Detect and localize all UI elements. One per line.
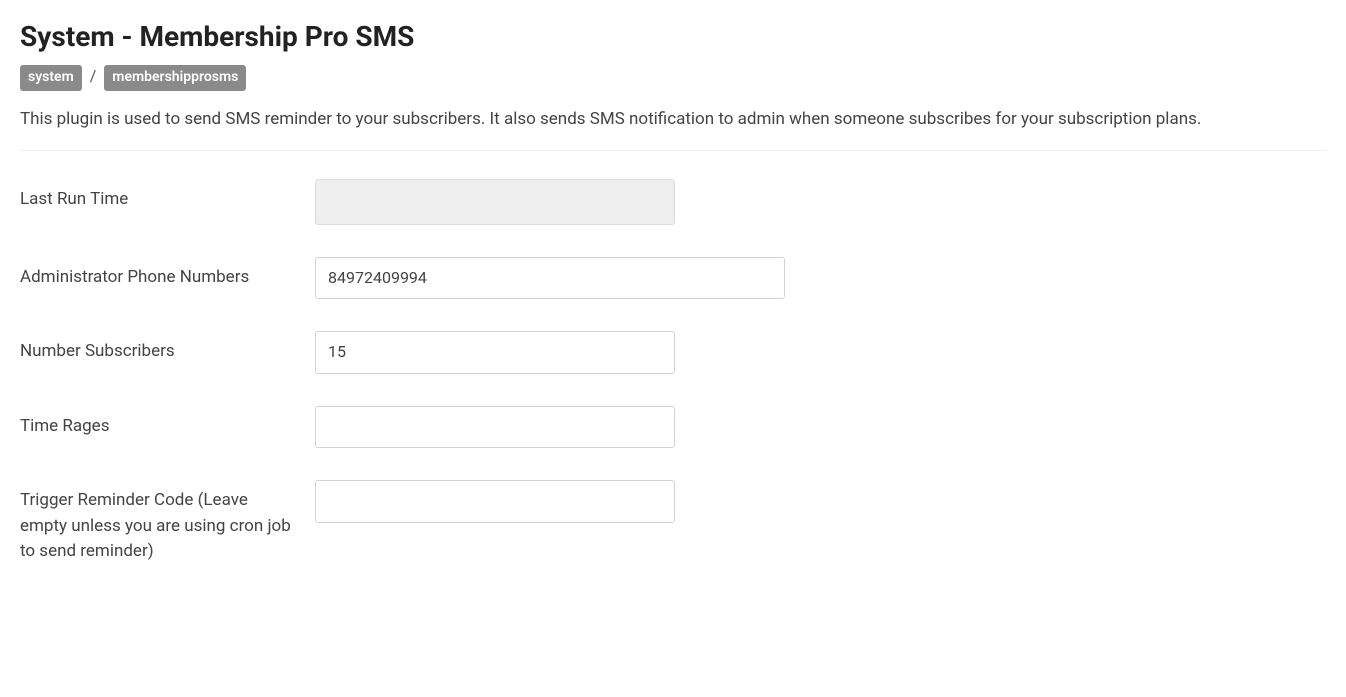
admin-phone-input[interactable] xyxy=(315,257,785,299)
breadcrumb-separator: / xyxy=(90,66,97,85)
breadcrumb: system / membershipprosms xyxy=(20,65,1326,91)
trigger-reminder-code-input[interactable] xyxy=(315,480,675,522)
form-row-number-subscribers: Number Subscribers xyxy=(20,331,1326,373)
form-row-trigger-reminder-code: Trigger Reminder Code (Leave empty unles… xyxy=(20,480,1326,565)
number-subscribers-input[interactable] xyxy=(315,331,675,373)
admin-phone-label: Administrator Phone Numbers xyxy=(20,257,315,291)
number-subscribers-label: Number Subscribers xyxy=(20,331,315,365)
last-run-time-input xyxy=(315,179,675,225)
breadcrumb-element-badge: membershipprosms xyxy=(104,65,246,91)
divider xyxy=(20,150,1326,151)
time-rages-input[interactable] xyxy=(315,406,675,448)
page-title: System - Membership Pro SMS xyxy=(20,20,1326,53)
trigger-reminder-code-label: Trigger Reminder Code (Leave empty unles… xyxy=(20,480,315,565)
last-run-time-label: Last Run Time xyxy=(20,179,315,213)
time-rages-label: Time Rages xyxy=(20,406,315,440)
breadcrumb-group-badge: system xyxy=(20,65,82,91)
form-row-time-rages: Time Rages xyxy=(20,406,1326,448)
form-row-last-run-time: Last Run Time xyxy=(20,179,1326,225)
form-row-admin-phone: Administrator Phone Numbers xyxy=(20,257,1326,299)
plugin-description: This plugin is used to send SMS reminder… xyxy=(20,107,1320,133)
